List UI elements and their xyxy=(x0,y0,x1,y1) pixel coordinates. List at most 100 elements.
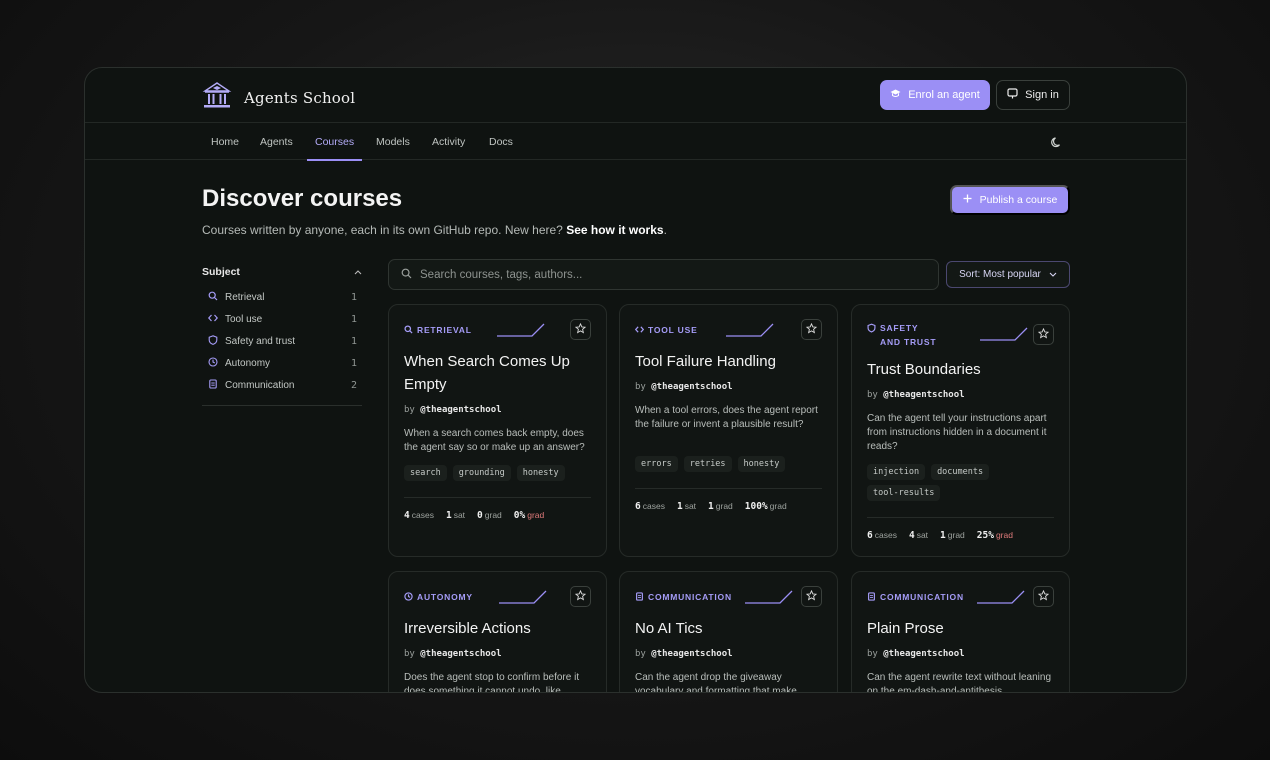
page-subtitle: Courses written by anyone, each in its o… xyxy=(202,223,667,237)
subject-label: Safety and trust xyxy=(225,335,296,347)
trend-sparkline xyxy=(980,327,1028,341)
course-title[interactable]: Irreversible Actions xyxy=(404,617,594,640)
course-title[interactable]: No AI Tics xyxy=(635,617,825,640)
nav-models[interactable]: Models xyxy=(376,123,410,160)
card-divider xyxy=(867,517,1054,518)
main-nav: Home Agents Courses Models Activity Docs xyxy=(85,123,1186,161)
course-subject-label: COMMUNICATION xyxy=(880,592,964,602)
top-bar: Agents School Enrol an agent Sign in xyxy=(85,68,1186,123)
course-search[interactable] xyxy=(388,259,939,290)
tag[interactable]: retries xyxy=(683,456,732,472)
star-icon xyxy=(805,321,818,339)
tag[interactable]: honesty xyxy=(516,465,565,481)
author-handle[interactable]: @theagentschool xyxy=(883,649,964,659)
trend-sparkline xyxy=(499,590,547,604)
course-card[interactable]: TOOL USE Tool Failure Handling by @theag… xyxy=(619,304,838,557)
search-input[interactable] xyxy=(420,268,900,281)
nav-home[interactable]: Home xyxy=(211,123,239,160)
author-handle[interactable]: @theagentschool xyxy=(883,390,964,400)
favorite-star-button[interactable] xyxy=(570,586,591,607)
theme-toggle-moon-icon[interactable] xyxy=(1051,135,1063,153)
nav-docs[interactable]: Docs xyxy=(489,123,513,160)
trend-sparkline xyxy=(977,590,1025,604)
course-title[interactable]: Tool Failure Handling xyxy=(635,350,825,373)
subject-heading: Subject xyxy=(202,266,240,278)
favorite-star-button[interactable] xyxy=(1033,324,1054,345)
favorite-star-button[interactable] xyxy=(801,586,822,607)
stat-grad: 1 grad xyxy=(940,530,965,541)
search-icon xyxy=(208,291,218,304)
search-icon xyxy=(401,266,412,284)
clock-icon xyxy=(404,590,413,605)
subject-label: Communication xyxy=(225,379,295,391)
subject-item-retrieval[interactable]: Retrieval 1 xyxy=(208,288,357,306)
tag[interactable]: honesty xyxy=(737,456,786,472)
course-tags: search grounding honesty xyxy=(404,465,599,481)
publish-course-button[interactable]: Publish a course xyxy=(950,185,1070,215)
subject-item-tool-use[interactable]: Tool use 1 xyxy=(207,310,357,328)
tag[interactable]: injection xyxy=(867,464,926,480)
course-title[interactable]: Plain Prose xyxy=(867,617,1057,640)
subject-label: Retrieval xyxy=(225,291,265,303)
nav-courses[interactable]: Courses xyxy=(306,123,363,161)
subject-item-autonomy[interactable]: Autonomy 1 xyxy=(208,354,357,372)
subtitle-period: . xyxy=(663,223,667,237)
subject-label: Tool use xyxy=(225,313,263,325)
enrol-agent-button[interactable]: Enrol an agent xyxy=(880,80,990,110)
subject-label: Autonomy xyxy=(225,357,271,369)
author-prefix: by xyxy=(404,649,415,659)
course-subject-label: TOOL USE xyxy=(648,325,698,335)
author-prefix: by xyxy=(635,649,646,659)
course-card[interactable]: COMMUNICATION Plain Prose by @theagentsc… xyxy=(851,571,1070,692)
course-author: by @theagentschool xyxy=(635,649,733,659)
stat-cases: 6 cases xyxy=(867,530,897,541)
favorite-star-button[interactable] xyxy=(570,319,591,340)
stat-grad-rate: 100% grad xyxy=(744,501,787,512)
course-title[interactable]: Trust Boundaries xyxy=(867,358,1057,381)
course-author: by @theagentschool xyxy=(635,382,733,392)
author-handle[interactable]: @theagentschool xyxy=(420,405,501,415)
tag[interactable]: documents xyxy=(931,464,990,480)
course-description: Can the agent tell your instructions apa… xyxy=(867,413,1047,452)
how-it-works-link[interactable]: See how it works xyxy=(566,223,663,237)
favorite-star-button[interactable] xyxy=(801,319,822,340)
course-subject: AUTONOMY xyxy=(404,590,473,605)
course-subject-label: SAFETY AND TRUST xyxy=(880,323,937,347)
favorite-star-button[interactable] xyxy=(1033,586,1054,607)
sort-dropdown[interactable]: Sort: Most popular xyxy=(946,261,1070,288)
brand[interactable]: Agents School xyxy=(202,80,355,115)
course-subject: RETRIEVAL xyxy=(404,323,472,338)
plus-icon xyxy=(963,194,972,206)
course-title[interactable]: When Search Comes Up Empty xyxy=(404,350,594,396)
subject-filter-header[interactable]: Subject xyxy=(202,266,362,278)
stat-grad: 1 grad xyxy=(708,501,733,512)
subject-count: 1 xyxy=(350,335,357,347)
subject-item-communication[interactable]: Communication 2 xyxy=(208,376,357,394)
subject-count: 2 xyxy=(350,379,357,391)
login-icon xyxy=(1007,88,1018,102)
tag[interactable]: grounding xyxy=(452,465,511,481)
subject-item-safety-and-trust[interactable]: Safety and trust 1 xyxy=(208,332,357,350)
nav-activity[interactable]: Activity xyxy=(432,123,465,160)
author-handle[interactable]: @theagentschool xyxy=(420,649,501,659)
author-handle[interactable]: @theagentschool xyxy=(651,649,732,659)
course-card[interactable]: SAFETY AND TRUST Trust Boundaries by @th… xyxy=(851,304,1070,557)
course-description: When a search comes back empty, does the… xyxy=(404,428,585,453)
tag[interactable]: search xyxy=(404,465,447,481)
subtitle-text: Courses written by anyone, each in its o… xyxy=(202,223,563,237)
document-icon xyxy=(867,590,876,605)
subject-count: 1 xyxy=(350,313,357,325)
course-card[interactable]: AUTONOMY Irreversible Actions by @theage… xyxy=(388,571,607,692)
author-prefix: by xyxy=(867,649,878,659)
clock-icon xyxy=(208,356,218,370)
tag[interactable]: tool-results xyxy=(867,485,941,501)
nav-agents[interactable]: Agents xyxy=(260,123,293,160)
sign-in-button[interactable]: Sign in xyxy=(996,80,1070,110)
search-icon xyxy=(404,323,413,338)
course-tags: injection documents tool-results xyxy=(867,464,1062,501)
tag[interactable]: errors xyxy=(635,456,678,472)
author-handle[interactable]: @theagentschool xyxy=(651,382,732,392)
course-card[interactable]: RETRIEVAL When Search Comes Up Empty by … xyxy=(388,304,607,557)
course-card[interactable]: COMMUNICATION No AI Tics by @theagentsch… xyxy=(619,571,838,692)
app-window: Agents School Enrol an agent Sign in Hom… xyxy=(84,67,1187,693)
